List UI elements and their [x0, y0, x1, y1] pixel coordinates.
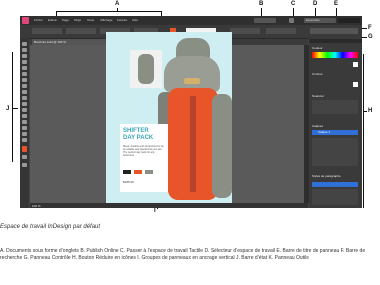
color-spectrum[interactable] [312, 52, 358, 58]
figure-legend: A. Documents sous forme d’onglets B. Pub… [0, 248, 366, 261]
hand-tool-icon[interactable] [22, 132, 27, 136]
backpack-strap [190, 96, 196, 192]
fill-stroke-icon[interactable] [22, 146, 27, 152]
callout-f: F [368, 25, 372, 31]
zoom-tool-icon[interactable] [22, 138, 27, 142]
leader-j-arm [12, 108, 18, 109]
poster-body: Sleek, durable and streamlined to be as … [123, 145, 164, 157]
callout-j: J [6, 106, 10, 112]
menu-window[interactable]: Fenêtre [117, 18, 127, 22]
leader-h-arm [363, 111, 367, 112]
menu-file[interactable]: Fichier [34, 18, 43, 22]
backpack-body-right [212, 94, 232, 198]
callout-d: D [313, 1, 318, 7]
control-field-1[interactable] [32, 28, 62, 34]
figure-title: Espace de travail InDesign par défaut [0, 224, 101, 230]
workspace-switcher[interactable]: Essentiels [304, 18, 336, 23]
stroke-swatch[interactable] [353, 82, 358, 87]
poster-price: $185.00 [123, 180, 134, 184]
text-card: SHIFTER DAY PACK Sleek, durable and stre… [120, 124, 168, 192]
layer-1-label: Calque 1 [318, 130, 331, 134]
search-input[interactable] [338, 18, 360, 23]
workspace-label: Essentiels [306, 18, 320, 22]
publish-online-button[interactable] [254, 18, 276, 23]
color-panel-title: Couleur [312, 46, 323, 50]
zoom-level: 100 % [32, 204, 41, 208]
indesign-workspace: Fichier Edition Page Objet Texte Afficha… [20, 16, 362, 208]
leader-a-stem [117, 8, 118, 12]
frame-tool-icon[interactable] [22, 90, 27, 94]
layer-row[interactable]: Calque 1 [312, 130, 358, 135]
poster-title-2: DAY PACK [123, 135, 154, 141]
menu-type[interactable]: Texte [87, 18, 94, 22]
gap-tool-icon[interactable] [22, 60, 27, 64]
line-tool-icon[interactable] [22, 72, 27, 76]
document-page: SHIFTER DAY PACK Sleek, durable and stre… [106, 32, 232, 208]
menu-help[interactable]: Aide [132, 18, 138, 22]
layers-panel-title: Calques [312, 124, 324, 128]
search-bar[interactable] [310, 28, 358, 34]
note-tool-icon[interactable] [22, 120, 27, 124]
paragraph-styles-title: Styles de paragraphe [312, 174, 341, 178]
menu-bar: Fichier Edition Page Objet Texte Afficha… [20, 16, 362, 25]
menu-object[interactable]: Objet [74, 18, 81, 22]
swap-colors-icon[interactable] [22, 155, 27, 159]
backpack-buckle [184, 78, 200, 84]
selection-tool-icon[interactable] [22, 42, 27, 46]
docked-panel-groups: Couleur Contour Nuancier Calques Calque … [309, 38, 362, 208]
leader-h [363, 54, 364, 208]
callout-a: A [115, 1, 120, 7]
control-field-5[interactable] [230, 28, 260, 34]
app-logo-icon [22, 17, 29, 24]
type-tool-icon[interactable] [22, 66, 27, 70]
scissors-tool-icon[interactable] [22, 102, 27, 106]
menu-view[interactable]: Affichage [100, 18, 112, 22]
swatches-panel-title: Nuancier [312, 94, 325, 98]
page-tool-icon[interactable] [22, 54, 27, 58]
gradient-tool-icon[interactable] [22, 114, 27, 118]
tab-document-label: Brochure.indd @ 100 % [34, 40, 66, 44]
callout-h: H [368, 108, 373, 114]
swatch-black [123, 170, 131, 174]
pen-tool-icon[interactable] [22, 78, 27, 82]
panel-title-bar[interactable] [309, 39, 362, 43]
small-product-photo [130, 50, 162, 88]
paragraph-style-highlight[interactable] [312, 182, 358, 187]
menu-edit[interactable]: Edition [48, 18, 57, 22]
swatch-grey [145, 170, 153, 174]
callout-i: I [154, 208, 156, 214]
leader-a [56, 11, 162, 12]
transform-tool-icon[interactable] [22, 108, 27, 112]
poster-title-1: SHIFTER [123, 128, 149, 134]
small-pack-shape [138, 54, 154, 84]
status-bar: 100 % [30, 203, 308, 208]
swatch-orange [134, 170, 142, 174]
screen-mode-icon[interactable] [22, 163, 27, 167]
touch-workspace-icon[interactable] [289, 18, 294, 23]
callout-g: G [368, 34, 373, 40]
color-fill-swatch[interactable] [353, 62, 358, 67]
control-field-6[interactable] [266, 28, 296, 34]
pencil-tool-icon[interactable] [22, 84, 27, 88]
leader-j [12, 52, 13, 162]
rectangle-tool-icon[interactable] [22, 96, 27, 100]
tools-panel [20, 38, 29, 208]
panel-list-area [312, 138, 358, 166]
eyedropper-tool-icon[interactable] [22, 126, 27, 130]
callout-e: E [334, 1, 339, 7]
swatch-dots [123, 170, 165, 175]
menu-layout[interactable]: Page [62, 18, 69, 22]
stroke-panel-title: Contour [312, 72, 323, 76]
direct-selection-tool-icon[interactable] [22, 48, 27, 52]
swatches-list[interactable] [312, 100, 358, 114]
backpack-flap [164, 56, 220, 92]
callout-c: C [291, 1, 296, 7]
callout-b: B [259, 1, 264, 7]
paragraph-styles-list [312, 189, 358, 205]
control-field-2[interactable] [66, 28, 96, 34]
